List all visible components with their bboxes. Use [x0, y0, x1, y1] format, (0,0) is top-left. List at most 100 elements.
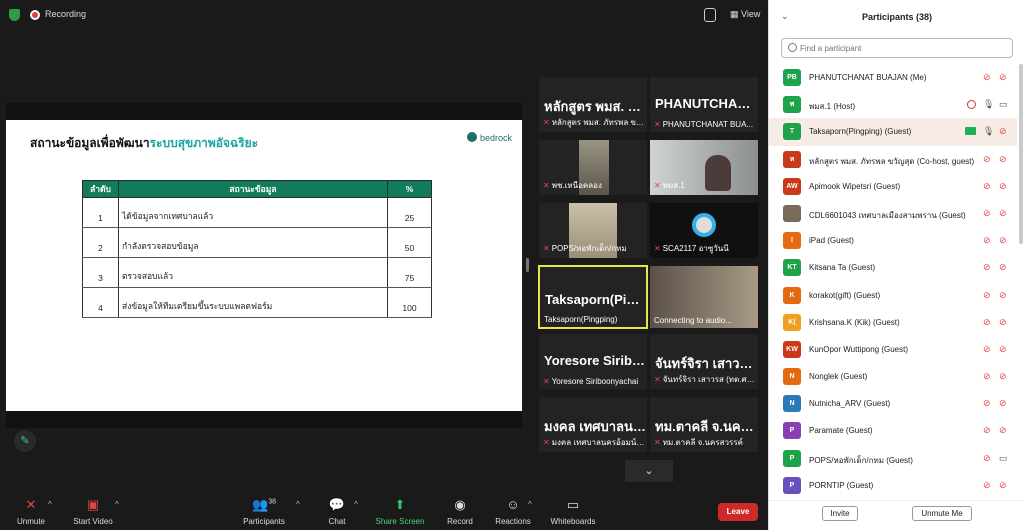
- muted-mic-icon: ✕: [654, 181, 661, 190]
- participant-row[interactable]: Kkorakot(gift) (Guest) ⊘ ⊘: [769, 282, 1017, 309]
- tile-name-text: Yoresore Siriboonyachai: [551, 377, 639, 386]
- participant-row[interactable]: P PORNTIP (Guest) ⊘ ⊘: [769, 472, 1017, 494]
- participant-name: korakot(gift) (Guest): [809, 290, 881, 300]
- annotate-pen-icon[interactable]: ✎: [14, 430, 36, 452]
- participant-row[interactable]: P Paramate (Guest) ⊘ ⊘: [769, 417, 1017, 444]
- mic-icon: 🎙: [983, 99, 995, 110]
- muted-mic-icon: ⊘: [983, 180, 991, 191]
- list-scrollbar[interactable]: [1019, 64, 1023, 244]
- share-screen-label: Share Screen: [375, 517, 425, 526]
- status-table: ลำดับ สถานะข้อมูล % 1 ได้ข้อมูลจากเทศบาลแ…: [82, 180, 432, 318]
- video-tile[interactable]: หลักสูตร พมส. ภั... ✕ หลักสูตร พมส. ภัทรพล…: [539, 77, 647, 132]
- resize-handle[interactable]: [526, 258, 529, 272]
- muted-mic-icon: ⊘: [983, 153, 991, 164]
- chevron-down-icon: ⌄: [644, 465, 654, 477]
- participant-row[interactable]: P POPS/หอพักเด็ก/กทม (Guest) ⊘ ▭: [769, 445, 1017, 472]
- whiteboard-icon: ▭: [566, 497, 580, 512]
- participant-row[interactable]: KW KunOpor Wuttipong (Guest) ⊘ ⊘: [769, 336, 1017, 363]
- tile-name: ✕ จันทร์จิรา เสาวรส (ทต.ศรีด...: [654, 373, 756, 386]
- tile-name: ✕ หลักสูตร พมส. ภัทรพล ขา...: [543, 116, 645, 129]
- record-icon: ◉: [454, 497, 466, 512]
- muted-mic-icon: ⊘: [983, 207, 991, 218]
- avatar: [783, 204, 801, 222]
- muted-mic-icon: ✕: [543, 244, 550, 253]
- video-tile[interactable]: ✕ SCA2117 อาซูวันนี: [650, 203, 758, 258]
- video-tile[interactable]: ✕ พมส.1: [650, 140, 758, 195]
- tile-name: ✕ Yoresore Siriboonyachai: [543, 377, 645, 386]
- tile-name: Connecting to audio...: [654, 316, 756, 325]
- unmute-me-button[interactable]: Unmute Me: [912, 506, 972, 521]
- slide-title-black: สถานะข้อมูลเพื่อพัฒนา: [30, 136, 150, 150]
- video-tile[interactable]: PHANUTCHAN... ✕ PHANUTCHANAT BUA...: [650, 77, 758, 132]
- unmute-button[interactable]: ✕ Unmute: [14, 497, 48, 526]
- participant-row[interactable]: K(Krishsana.K (Kik) (Guest) ⊘ ⊘: [769, 309, 1017, 336]
- avatar: พ: [783, 96, 801, 114]
- tile-big-name: PHANUTCHAN...: [655, 96, 757, 111]
- view-button[interactable]: ▦ View: [730, 9, 760, 20]
- tile-big-name: Taksaporn(Ping...: [545, 292, 647, 307]
- video-options-caret[interactable]: ^: [115, 500, 119, 509]
- participants-options-caret[interactable]: ^: [296, 500, 300, 509]
- participant-row[interactable]: พ พมส.1 (Host) 🎙 ▭: [769, 91, 1017, 118]
- audio-options-caret[interactable]: ^: [48, 500, 52, 509]
- participant-row[interactable]: T Taksaporn(Pingping) (Guest) 🎙 ⊘: [769, 118, 1017, 146]
- participant-row[interactable]: CDL6601043 เทศบาลเมืองสามพราน (Guest) ⊘ ⊘: [769, 200, 1017, 227]
- camera-off-icon: ⊘: [999, 343, 1007, 354]
- participant-row[interactable]: N Nonglek (Guest) ⊘ ⊘: [769, 363, 1017, 390]
- row-status: กำลังตรวจสอบข้อมูล: [118, 227, 388, 258]
- participant-name: CDL6601043 เทศบาลเมืองสามพราน (Guest): [809, 210, 966, 220]
- participant-name: Nonglek (Guest): [809, 372, 868, 382]
- invite-button[interactable]: Invite: [822, 506, 858, 521]
- participant-name: PHANUTCHANAT BUAJAN (Me): [809, 73, 927, 82]
- video-tile[interactable]: ✕ POPS/หอพักเด็ก/กทม: [539, 203, 647, 258]
- screen-share-icon: [965, 127, 976, 136]
- share-screen-button[interactable]: ⬆ Share Screen: [374, 497, 426, 526]
- participant-row[interactable]: AW Apimook Wipetsri (Guest) ⊘ ⊘: [769, 173, 1017, 200]
- row-percent: 50: [387, 227, 432, 258]
- video-tile[interactable]: Yoresore Siribo... ✕ Yoresore Siriboonyach…: [539, 334, 647, 389]
- video-tile[interactable]: มงคล เทศบาลนค... ✕ มงคล เทศบาลนครอ้อมน้อย: [539, 397, 647, 452]
- search-input[interactable]: [800, 41, 1000, 55]
- participant-row[interactable]: PB PHANUTCHANAT BUAJAN (Me) ⊘ ⊘: [769, 64, 1017, 91]
- camera-icon: ▭: [999, 99, 1008, 110]
- participant-search[interactable]: [781, 38, 1013, 58]
- avatar: N: [783, 368, 801, 386]
- video-tile[interactable]: จันทร์จิรา เสาวรส... ✕ จันทร์จิรา เสาวรส (…: [650, 334, 758, 389]
- camera-off-icon: ⊘: [999, 207, 1007, 218]
- participant-row[interactable]: ห หลักสูตร พมส. ภัทรพล ขวัญสุด (Co-host, …: [769, 146, 1017, 173]
- camera-off-icon: ⊘: [999, 126, 1007, 137]
- participant-name: Krishsana.K (Kik) (Guest): [809, 317, 900, 327]
- video-tile[interactable]: ✕ พช.เหนือคลอง: [539, 140, 647, 195]
- reactions-options-caret[interactable]: ^: [528, 500, 532, 509]
- participant-row[interactable]: KT Kitsana Ta (Guest) ⊘ ⊘: [769, 254, 1017, 281]
- participant-row[interactable]: N Nutnicha_ARV (Guest) ⊘ ⊘: [769, 390, 1017, 417]
- participant-row[interactable]: IiPad (Guest) ⊘ ⊘: [769, 227, 1017, 254]
- video-tile-active-speaker[interactable]: Taksaporn(Ping... Taksaporn(Pingping): [538, 265, 648, 329]
- start-video-button[interactable]: ▣ Start Video: [70, 497, 116, 526]
- whiteboards-label: Whiteboards: [550, 517, 596, 526]
- reactions-button[interactable]: ☺ Reactions: [494, 497, 532, 526]
- recording-label: Recording: [45, 9, 87, 19]
- chat-button[interactable]: 💬 Chat: [325, 497, 349, 526]
- security-shield-icon[interactable]: [9, 9, 20, 21]
- chat-options-caret[interactable]: ^: [354, 500, 358, 509]
- tile-name: ✕ มงคล เทศบาลนครอ้อมน้อย: [543, 436, 645, 449]
- tile-name: ✕ SCA2117 อาซูวันนี: [654, 242, 756, 255]
- video-tile[interactable]: Connecting to audio...: [650, 266, 758, 328]
- gallery-scroll-down-button[interactable]: ⌄: [625, 460, 673, 482]
- header-no: ลำดับ: [82, 180, 119, 198]
- whiteboards-button[interactable]: ▭ Whiteboards: [548, 497, 598, 526]
- muted-mic-icon: ✕: [654, 438, 661, 447]
- mic-icon: 🎙: [983, 126, 995, 137]
- muted-mic-icon: ✕: [543, 377, 550, 386]
- fullscreen-icon[interactable]: [704, 8, 716, 22]
- video-tile[interactable]: ทม.ตาคลี จ.นครส... ✕ ทม.ตาคลี จ.นครสวรรค์: [650, 397, 758, 452]
- recording-dot-icon: [30, 10, 40, 20]
- header-status: สถานะข้อมูล: [118, 180, 388, 198]
- record-button[interactable]: ◉ Record: [445, 497, 475, 526]
- participants-button[interactable]: 👥38 Participants: [240, 497, 288, 526]
- avatar: PB: [783, 69, 801, 86]
- participant-name: iPad (Guest): [809, 236, 854, 246]
- leave-button[interactable]: Leave: [718, 503, 758, 521]
- avatar: N: [783, 395, 801, 413]
